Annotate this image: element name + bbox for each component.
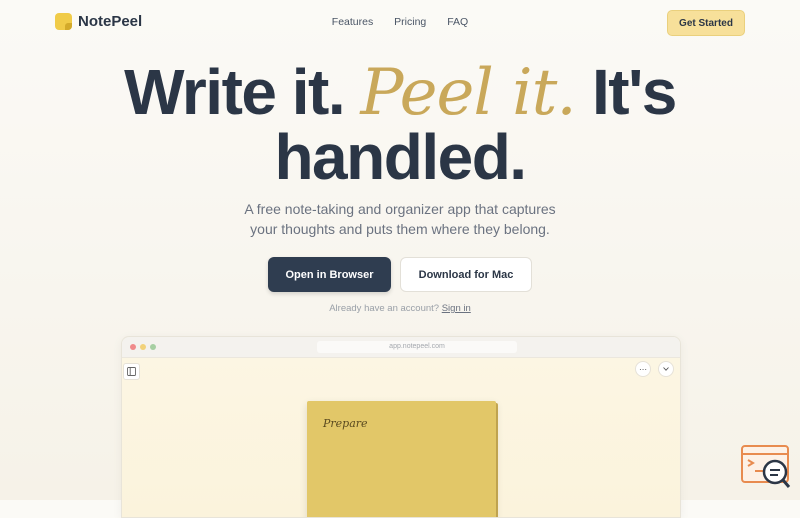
sidebar-toggle-button[interactable] xyxy=(123,363,140,380)
window-maximize-dot xyxy=(150,344,156,350)
chevron-button[interactable] xyxy=(658,361,674,377)
note-text: Prepare xyxy=(323,417,368,430)
hero-write-text: Write it. xyxy=(124,56,346,128)
download-for-mac-button[interactable]: Download for Mac xyxy=(400,257,532,292)
nav-faq[interactable]: FAQ xyxy=(447,16,468,28)
hero-its-text: It's xyxy=(591,56,677,128)
url-bar: app.notepeel.com xyxy=(317,341,517,353)
support-widget-icon xyxy=(741,445,791,488)
window-titlebar: app.notepeel.com xyxy=(122,337,680,358)
hero-headline-line2: handled. xyxy=(274,121,527,193)
sticky-note[interactable]: Prepare xyxy=(307,401,496,517)
nav-features[interactable]: Features xyxy=(332,16,373,28)
window-close-dot xyxy=(130,344,136,350)
app-preview-window: app.notepeel.com ⋯ Prepare xyxy=(121,336,681,518)
more-options-button[interactable]: ⋯ xyxy=(635,361,651,377)
sign-in-link[interactable]: Sign in xyxy=(442,303,471,314)
hero-peel-accent: Peel it. xyxy=(360,56,576,130)
nav-pricing[interactable]: Pricing xyxy=(394,16,426,28)
window-minimize-dot xyxy=(140,344,146,350)
support-widget[interactable] xyxy=(741,444,791,490)
more-icon: ⋯ xyxy=(639,364,647,374)
account-prompt-text: Already have an account? xyxy=(329,303,440,314)
chevron-down-icon xyxy=(663,367,669,371)
get-started-button[interactable]: Get Started xyxy=(667,10,745,36)
site-header: NotePeel Features Pricing FAQ Get Starte… xyxy=(0,0,800,46)
hero-headline-line1: Write it. Peel it. It's xyxy=(0,57,800,128)
hero-subtitle: A free note-taking and organizer app tha… xyxy=(0,199,800,239)
account-prompt: Already have an account? Sign in xyxy=(0,303,800,314)
sidebar-toggle-icon xyxy=(127,367,136,376)
open-in-browser-button[interactable]: Open in Browser xyxy=(268,257,391,292)
subtitle-line1: A free note-taking and organizer app tha… xyxy=(244,201,556,217)
subtitle-line2: your thoughts and puts them where they b… xyxy=(250,221,550,237)
